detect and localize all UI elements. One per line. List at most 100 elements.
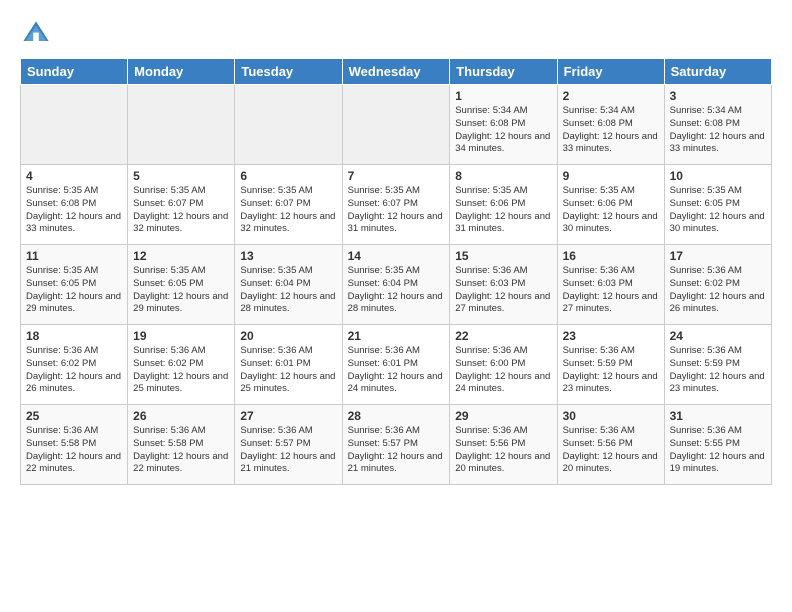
day-content: Sunrise: 5:35 AM Sunset: 6:05 PM Dayligh… (133, 265, 229, 316)
calendar-cell: 23Sunrise: 5:36 AM Sunset: 5:59 PM Dayli… (557, 325, 664, 405)
day-content: Sunrise: 5:36 AM Sunset: 6:03 PM Dayligh… (563, 265, 659, 316)
day-content: Sunrise: 5:36 AM Sunset: 5:59 PM Dayligh… (670, 345, 766, 396)
calendar-cell: 16 Sunrise: 5:36 AM Sunset: 6:03 PM Dayli… (557, 245, 664, 325)
calendar-cell: 19 Sunrise: 5:36 AM Sunset: 6:02 PM Dayli… (128, 325, 235, 405)
day-content: Sunrise: 5:36 AM Sunset: 6:02 PM Dayligh… (26, 345, 122, 396)
day-content: Sunrise: 5:36 AM Sunset: 6:02 PM Dayligh… (670, 265, 766, 316)
header (20, 20, 772, 48)
weekday-header-sunday: Sunday (21, 59, 128, 85)
calendar-cell: 27 Sunrise: 5:36 AM Sunset: 5:57 PM Dayli… (235, 405, 342, 485)
day-number: 20 (240, 329, 336, 343)
calendar-week-5: 25 Sunrise: 5:36 AM Sunset: 5:58 PM Dayli… (21, 405, 772, 485)
day-number: 7 (348, 169, 445, 183)
day-content: Sunrise: 5:35 AM Sunset: 6:04 PM Dayligh… (348, 265, 445, 316)
calendar-cell: 24 Sunrise: 5:36 AM Sunset: 5:59 PM Dayli… (664, 325, 771, 405)
day-number: 9 (563, 169, 659, 183)
day-number: 25 (26, 409, 122, 423)
calendar-cell: 8Sunrise: 5:35 AM Sunset: 6:06 PM Daylig… (450, 165, 557, 245)
calendar-cell: 10 Sunrise: 5:35 AM Sunset: 6:05 PM Dayli… (664, 165, 771, 245)
calendar-cell: 6 Sunrise: 5:35 AM Sunset: 6:07 PM Daylig… (235, 165, 342, 245)
weekday-header-thursday: Thursday (450, 59, 557, 85)
day-content: Sunrise: 5:35 AM Sunset: 6:06 PM Dayligh… (563, 185, 659, 236)
day-content: Sunrise: 5:35 AM Sunset: 6:05 PM Dayligh… (26, 265, 122, 316)
day-content: Sunrise: 5:35 AM Sunset: 6:05 PM Dayligh… (670, 185, 766, 236)
day-content: Sunrise: 5:35 AM Sunset: 6:06 PM Dayligh… (455, 185, 551, 236)
day-content: Sunrise: 5:36 AM Sunset: 6:02 PM Dayligh… (133, 345, 229, 396)
day-number: 19 (133, 329, 229, 343)
day-number: 3 (670, 89, 766, 103)
calendar-cell: 21Sunrise: 5:36 AM Sunset: 6:01 PM Dayli… (342, 325, 450, 405)
day-number: 10 (670, 169, 766, 183)
calendar-week-4: 18 Sunrise: 5:36 AM Sunset: 6:02 PM Dayli… (21, 325, 772, 405)
calendar-cell: 15Sunrise: 5:36 AM Sunset: 6:03 PM Dayli… (450, 245, 557, 325)
day-number: 22 (455, 329, 551, 343)
day-content: Sunrise: 5:36 AM Sunset: 6:00 PM Dayligh… (455, 345, 551, 396)
day-content: Sunrise: 5:36 AM Sunset: 5:58 PM Dayligh… (133, 425, 229, 476)
day-content: Sunrise: 5:34 AM Sunset: 6:08 PM Dayligh… (670, 105, 766, 156)
calendar-cell (235, 85, 342, 165)
calendar-cell: 13 Sunrise: 5:35 AM Sunset: 6:04 PM Dayli… (235, 245, 342, 325)
day-number: 18 (26, 329, 122, 343)
logo (20, 20, 50, 48)
day-content: Sunrise: 5:34 AM Sunset: 6:08 PM Dayligh… (455, 105, 551, 156)
day-number: 31 (670, 409, 766, 423)
calendar-week-2: 4Sunrise: 5:35 AM Sunset: 6:08 PM Daylig… (21, 165, 772, 245)
day-content: Sunrise: 5:35 AM Sunset: 6:04 PM Dayligh… (240, 265, 336, 316)
day-number: 11 (26, 249, 122, 263)
day-number: 5 (133, 169, 229, 183)
day-content: Sunrise: 5:36 AM Sunset: 5:56 PM Dayligh… (455, 425, 551, 476)
day-content: Sunrise: 5:36 AM Sunset: 5:56 PM Dayligh… (563, 425, 659, 476)
page: SundayMondayTuesdayWednesdayThursdayFrid… (0, 0, 792, 495)
day-number: 12 (133, 249, 229, 263)
weekday-header-wednesday: Wednesday (342, 59, 450, 85)
calendar-cell: 31Sunrise: 5:36 AM Sunset: 5:55 PM Dayli… (664, 405, 771, 485)
day-number: 17 (670, 249, 766, 263)
day-number: 26 (133, 409, 229, 423)
day-content: Sunrise: 5:36 AM Sunset: 5:57 PM Dayligh… (348, 425, 445, 476)
calendar-cell (128, 85, 235, 165)
calendar-cell (342, 85, 450, 165)
day-content: Sunrise: 5:34 AM Sunset: 6:08 PM Dayligh… (563, 105, 659, 156)
calendar-cell: 17 Sunrise: 5:36 AM Sunset: 6:02 PM Dayli… (664, 245, 771, 325)
day-number: 16 (563, 249, 659, 263)
day-number: 15 (455, 249, 551, 263)
weekday-header-row: SundayMondayTuesdayWednesdayThursdayFrid… (21, 59, 772, 85)
calendar-cell: 9 Sunrise: 5:35 AM Sunset: 6:06 PM Daylig… (557, 165, 664, 245)
day-number: 28 (348, 409, 445, 423)
weekday-header-monday: Monday (128, 59, 235, 85)
day-content: Sunrise: 5:35 AM Sunset: 6:07 PM Dayligh… (348, 185, 445, 236)
day-content: Sunrise: 5:36 AM Sunset: 5:59 PM Dayligh… (563, 345, 659, 396)
calendar-cell: 14Sunrise: 5:35 AM Sunset: 6:04 PM Dayli… (342, 245, 450, 325)
calendar-table: SundayMondayTuesdayWednesdayThursdayFrid… (20, 58, 772, 485)
day-number: 13 (240, 249, 336, 263)
calendar-cell: 1 Sunrise: 5:34 AM Sunset: 6:08 PM Daylig… (450, 85, 557, 165)
day-number: 6 (240, 169, 336, 183)
day-number: 2 (563, 89, 659, 103)
calendar-cell: 26 Sunrise: 5:36 AM Sunset: 5:58 PM Dayli… (128, 405, 235, 485)
calendar-cell: 20Sunrise: 5:36 AM Sunset: 6:01 PM Dayli… (235, 325, 342, 405)
day-number: 24 (670, 329, 766, 343)
day-number: 30 (563, 409, 659, 423)
calendar-cell: 4Sunrise: 5:35 AM Sunset: 6:08 PM Daylig… (21, 165, 128, 245)
calendar-cell: 25Sunrise: 5:36 AM Sunset: 5:58 PM Dayli… (21, 405, 128, 485)
calendar-cell (21, 85, 128, 165)
calendar-cell: 22 Sunrise: 5:36 AM Sunset: 6:00 PM Dayli… (450, 325, 557, 405)
logo-icon (22, 20, 50, 48)
day-content: Sunrise: 5:35 AM Sunset: 6:07 PM Dayligh… (240, 185, 336, 236)
day-number: 1 (455, 89, 551, 103)
day-number: 29 (455, 409, 551, 423)
calendar-cell: 7 Sunrise: 5:35 AM Sunset: 6:07 PM Daylig… (342, 165, 450, 245)
calendar-cell: 3 Sunrise: 5:34 AM Sunset: 6:08 PM Daylig… (664, 85, 771, 165)
calendar-cell: 2 Sunrise: 5:34 AM Sunset: 6:08 PM Daylig… (557, 85, 664, 165)
calendar-cell: 28 Sunrise: 5:36 AM Sunset: 5:57 PM Dayli… (342, 405, 450, 485)
weekday-header-tuesday: Tuesday (235, 59, 342, 85)
day-content: Sunrise: 5:36 AM Sunset: 5:57 PM Dayligh… (240, 425, 336, 476)
calendar-week-3: 11 Sunrise: 5:35 AM Sunset: 6:05 PM Dayli… (21, 245, 772, 325)
calendar-cell: 29 Sunrise: 5:36 AM Sunset: 5:56 PM Dayli… (450, 405, 557, 485)
calendar-cell: 11 Sunrise: 5:35 AM Sunset: 6:05 PM Dayli… (21, 245, 128, 325)
calendar-week-1: 1 Sunrise: 5:34 AM Sunset: 6:08 PM Daylig… (21, 85, 772, 165)
day-content: Sunrise: 5:36 AM Sunset: 6:01 PM Dayligh… (348, 345, 445, 396)
day-number: 4 (26, 169, 122, 183)
day-number: 27 (240, 409, 336, 423)
calendar-cell: 12 Sunrise: 5:35 AM Sunset: 6:05 PM Dayli… (128, 245, 235, 325)
